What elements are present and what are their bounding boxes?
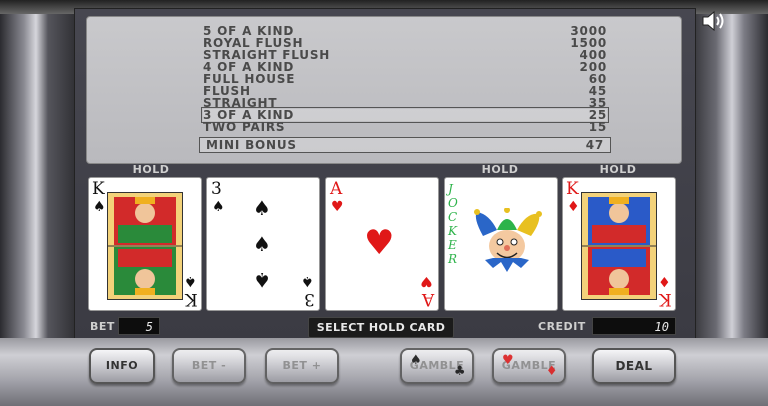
joker-label: JOCKER xyxy=(448,182,458,266)
bet-display: 5 xyxy=(118,317,160,335)
gamble-red-button[interactable]: ♥ GAMBLE ♦ xyxy=(492,348,566,384)
king-face-image xyxy=(581,192,657,300)
heart-icon: ♥ xyxy=(502,353,515,368)
card-rank: A xyxy=(421,289,434,309)
paytable-row: FULL HOUSE 60 xyxy=(203,73,607,85)
credit-display: 10 xyxy=(592,317,676,335)
card-rank: K xyxy=(659,289,672,309)
diamond-icon: ♦ xyxy=(658,273,671,289)
card-5[interactable]: K ♦ K ♦ xyxy=(562,177,676,311)
spade-icon: ♠ xyxy=(212,199,225,215)
diamond-icon: ♦ xyxy=(545,364,558,379)
spade-icon: ♠ xyxy=(253,268,271,292)
mini-bonus: MINI BONUS 47 xyxy=(199,137,611,153)
paytable: 5 OF A KIND 3000 ROYAL FLUSH 1500 STRAIGHT… xyxy=(86,16,682,164)
card-rank: K xyxy=(92,179,105,199)
card-rank: A xyxy=(330,179,343,199)
card-rank: K xyxy=(185,289,198,309)
king-face-image xyxy=(107,192,183,300)
card-rank: 3 xyxy=(304,289,315,309)
card-1[interactable]: K ♠ K ♠ xyxy=(88,177,202,311)
card-rank: K xyxy=(566,179,579,199)
info-button[interactable]: INFO xyxy=(89,348,155,384)
spade-icon: ♠ xyxy=(301,273,314,289)
club-icon: ♣ xyxy=(453,364,466,379)
card-4-joker[interactable]: JOCKER xyxy=(444,177,558,311)
gamble-black-button[interactable]: ♠ GAMBLE ♣ xyxy=(400,348,474,384)
spade-icon: ♠ xyxy=(93,199,106,215)
diamond-icon: ♦ xyxy=(567,199,580,215)
heart-icon: ♥ xyxy=(364,223,395,263)
bet-plus-button[interactable]: BET + xyxy=(265,348,339,384)
heart-icon: ♥ xyxy=(420,273,433,289)
bet-label: BET xyxy=(90,320,115,333)
spade-icon: ♠ xyxy=(253,196,271,220)
hold-label-card-4: HOLD xyxy=(481,163,519,176)
bet-minus-button[interactable]: BET - xyxy=(172,348,246,384)
hold-label-card-5: HOLD xyxy=(599,163,637,176)
status-message: SELECT HOLD CARD xyxy=(308,317,454,338)
paytable-payout: 15 xyxy=(588,120,607,134)
paytable-hand: TWO PAIRS xyxy=(203,120,286,134)
heart-icon: ♥ xyxy=(331,199,344,215)
hold-label-card-1: HOLD xyxy=(132,163,170,176)
spade-icon: ♠ xyxy=(410,353,423,368)
spade-icon: ♠ xyxy=(184,273,197,289)
credit-label: CREDIT xyxy=(538,320,586,333)
spade-icon: ♠ xyxy=(253,232,271,256)
speaker-icon[interactable] xyxy=(700,8,728,34)
card-3[interactable]: A ♥ ♥ A ♥ xyxy=(325,177,439,311)
deal-button[interactable]: DEAL xyxy=(592,348,676,384)
jester-image xyxy=(469,207,545,282)
card-2[interactable]: 3 ♠ ♠ ♠ ♠ 3 ♠ xyxy=(206,177,320,311)
card-rank: 3 xyxy=(211,179,222,199)
mini-bonus-value: 47 xyxy=(585,138,604,152)
paytable-row: TWO PAIRS 15 xyxy=(203,121,607,133)
mini-bonus-label: MINI BONUS xyxy=(206,138,297,152)
